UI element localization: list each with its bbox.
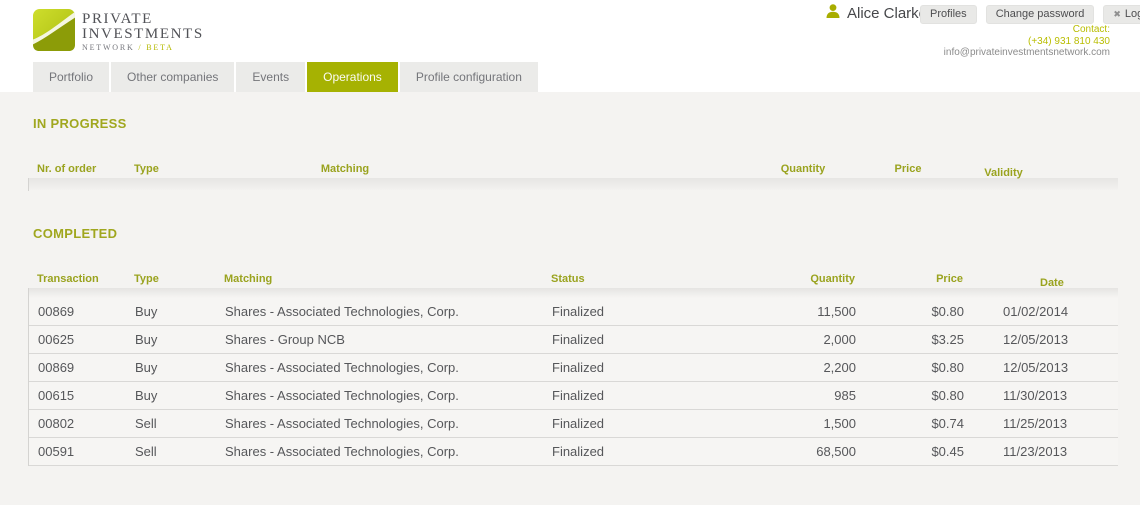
completed-title: COMPLETED: [33, 191, 1140, 242]
column-header-status: Status: [540, 270, 765, 288]
tab-operations[interactable]: Operations: [307, 62, 398, 92]
column-header-nr-of-order: Nr. of order: [28, 160, 125, 178]
profiles-button-label: Profiles: [930, 8, 967, 20]
cell-date: 11/25/2013: [972, 410, 1119, 437]
column-header-price: Price: [863, 270, 971, 288]
column-header-spacer: [475, 160, 743, 178]
cell-status: Finalized: [541, 410, 766, 437]
in-progress-title: IN PROGRESS: [33, 92, 1140, 132]
cell-price: $0.45: [864, 438, 972, 465]
brand-line1: PRIVATE: [82, 12, 204, 27]
cell-status: Finalized: [541, 354, 766, 381]
cell-matching: Shares - Associated Technologies, Corp.: [216, 382, 541, 409]
cell-date: 11/30/2013: [972, 382, 1119, 409]
cell-type: Buy: [126, 326, 216, 353]
cell-price: $0.80: [864, 354, 972, 381]
brand-beta-sep: /: [138, 43, 142, 52]
table-row: 00591 Sell Shares - Associated Technolog…: [29, 438, 1118, 466]
contact-email[interactable]: info@privateinvestmentsnetwork.com: [944, 47, 1110, 59]
column-header-date: Date: [971, 274, 1118, 292]
close-icon: ✖: [1113, 10, 1121, 19]
cell-price: $0.74: [864, 410, 972, 437]
column-header-type: Type: [125, 270, 215, 288]
page: PRIVATE INVESTMENTS NETWORK / BETA Alice…: [0, 0, 1140, 505]
user-name: Alice Clarke: [847, 5, 927, 22]
table-top-shade: [29, 288, 1118, 298]
user-chip: Alice Clarke: [826, 4, 927, 23]
table-row: 00869 Buy Shares - Associated Technologi…: [29, 298, 1118, 326]
cell-transaction: 00802: [29, 410, 126, 437]
main-content: IN PROGRESS Nr. of order Type Matching Q…: [0, 92, 1140, 466]
brand-beta-label: BETA: [146, 43, 173, 52]
contact-label: Contact:: [944, 24, 1110, 36]
change-password-button-label: Change password: [996, 8, 1085, 20]
column-header-quantity: Quantity: [743, 160, 863, 178]
column-header-transaction: Transaction: [28, 270, 125, 288]
brand-line3: NETWORK / BETA: [82, 43, 204, 53]
cell-transaction: 00869: [29, 298, 126, 325]
completed-table-body: 00869 Buy Shares - Associated Technologi…: [28, 288, 1118, 466]
cell-quantity: 2,000: [766, 326, 864, 353]
column-header-matching: Matching: [215, 160, 475, 178]
completed-header-row: Transaction Type Matching Status Quantit…: [28, 270, 1118, 288]
cell-date: 12/05/2013: [972, 354, 1119, 381]
cell-matching: Shares - Group NCB: [216, 326, 541, 353]
cell-matching: Shares - Associated Technologies, Corp.: [216, 438, 541, 465]
profiles-button[interactable]: Profiles: [920, 5, 977, 24]
cell-type: Buy: [126, 298, 216, 325]
brand-logo[interactable]: PRIVATE INVESTMENTS NETWORK / BETA: [33, 9, 204, 56]
cell-quantity: 985: [766, 382, 864, 409]
user-icon: [826, 4, 840, 23]
cell-transaction: 00615: [29, 382, 126, 409]
tab-bar: Portfolio Other companies Events Operati…: [33, 62, 540, 92]
cell-date: 12/05/2013: [972, 326, 1119, 353]
cell-type: Sell: [126, 438, 216, 465]
cell-quantity: 2,200: [766, 354, 864, 381]
tab-portfolio[interactable]: Portfolio: [33, 62, 109, 92]
in-progress-header-row: Nr. of order Type Matching Quantity Pric…: [28, 160, 1118, 178]
column-header-validity: Validity: [930, 164, 1077, 182]
contact-phone: (+34) 931 810 430: [944, 36, 1110, 48]
table-row: 00615 Buy Shares - Associated Technologi…: [29, 382, 1118, 410]
table-row: 00869 Buy Shares - Associated Technologi…: [29, 354, 1118, 382]
column-header-matching: Matching: [215, 270, 540, 288]
cell-matching: Shares - Associated Technologies, Corp.: [216, 354, 541, 381]
header-buttons: Profiles Change password ✖ Log out: [920, 5, 1140, 24]
cell-type: Buy: [126, 354, 216, 381]
cell-status: Finalized: [541, 298, 766, 325]
logout-button-label: Log out: [1125, 8, 1140, 20]
column-header-quantity: Quantity: [765, 270, 863, 288]
change-password-button[interactable]: Change password: [986, 5, 1095, 24]
cell-type: Sell: [126, 410, 216, 437]
cell-type: Buy: [126, 382, 216, 409]
cell-transaction: 00869: [29, 354, 126, 381]
cell-date: 01/02/2014: [972, 298, 1119, 325]
column-header-type: Type: [125, 160, 215, 178]
cell-transaction: 00591: [29, 438, 126, 465]
cell-quantity: 11,500: [766, 298, 864, 325]
logout-button[interactable]: ✖ Log out: [1103, 5, 1140, 24]
cell-date: 11/23/2013: [972, 438, 1119, 465]
cell-status: Finalized: [541, 382, 766, 409]
cell-quantity: 1,500: [766, 410, 864, 437]
cell-status: Finalized: [541, 326, 766, 353]
cell-quantity: 68,500: [766, 438, 864, 465]
brand-name: PRIVATE INVESTMENTS NETWORK / BETA: [82, 9, 204, 53]
brand-line2: INVESTMENTS: [82, 27, 204, 42]
cell-transaction: 00625: [29, 326, 126, 353]
table-row: 00802 Sell Shares - Associated Technolog…: [29, 410, 1118, 438]
cell-price: $3.25: [864, 326, 972, 353]
logo-icon: [33, 9, 75, 56]
tab-other-companies[interactable]: Other companies: [111, 62, 234, 92]
cell-matching: Shares - Associated Technologies, Corp.: [216, 410, 541, 437]
tab-events[interactable]: Events: [236, 62, 305, 92]
cell-price: $0.80: [864, 298, 972, 325]
table-row: 00625 Buy Shares - Group NCB Finalized 2…: [29, 326, 1118, 354]
cell-matching: Shares - Associated Technologies, Corp.: [216, 298, 541, 325]
contact-info: Contact: (+34) 931 810 430 info@privatei…: [944, 24, 1110, 59]
cell-price: $0.80: [864, 382, 972, 409]
tab-profile-configuration[interactable]: Profile configuration: [400, 62, 538, 92]
cell-status: Finalized: [541, 438, 766, 465]
brand-network-label: NETWORK: [82, 43, 135, 52]
